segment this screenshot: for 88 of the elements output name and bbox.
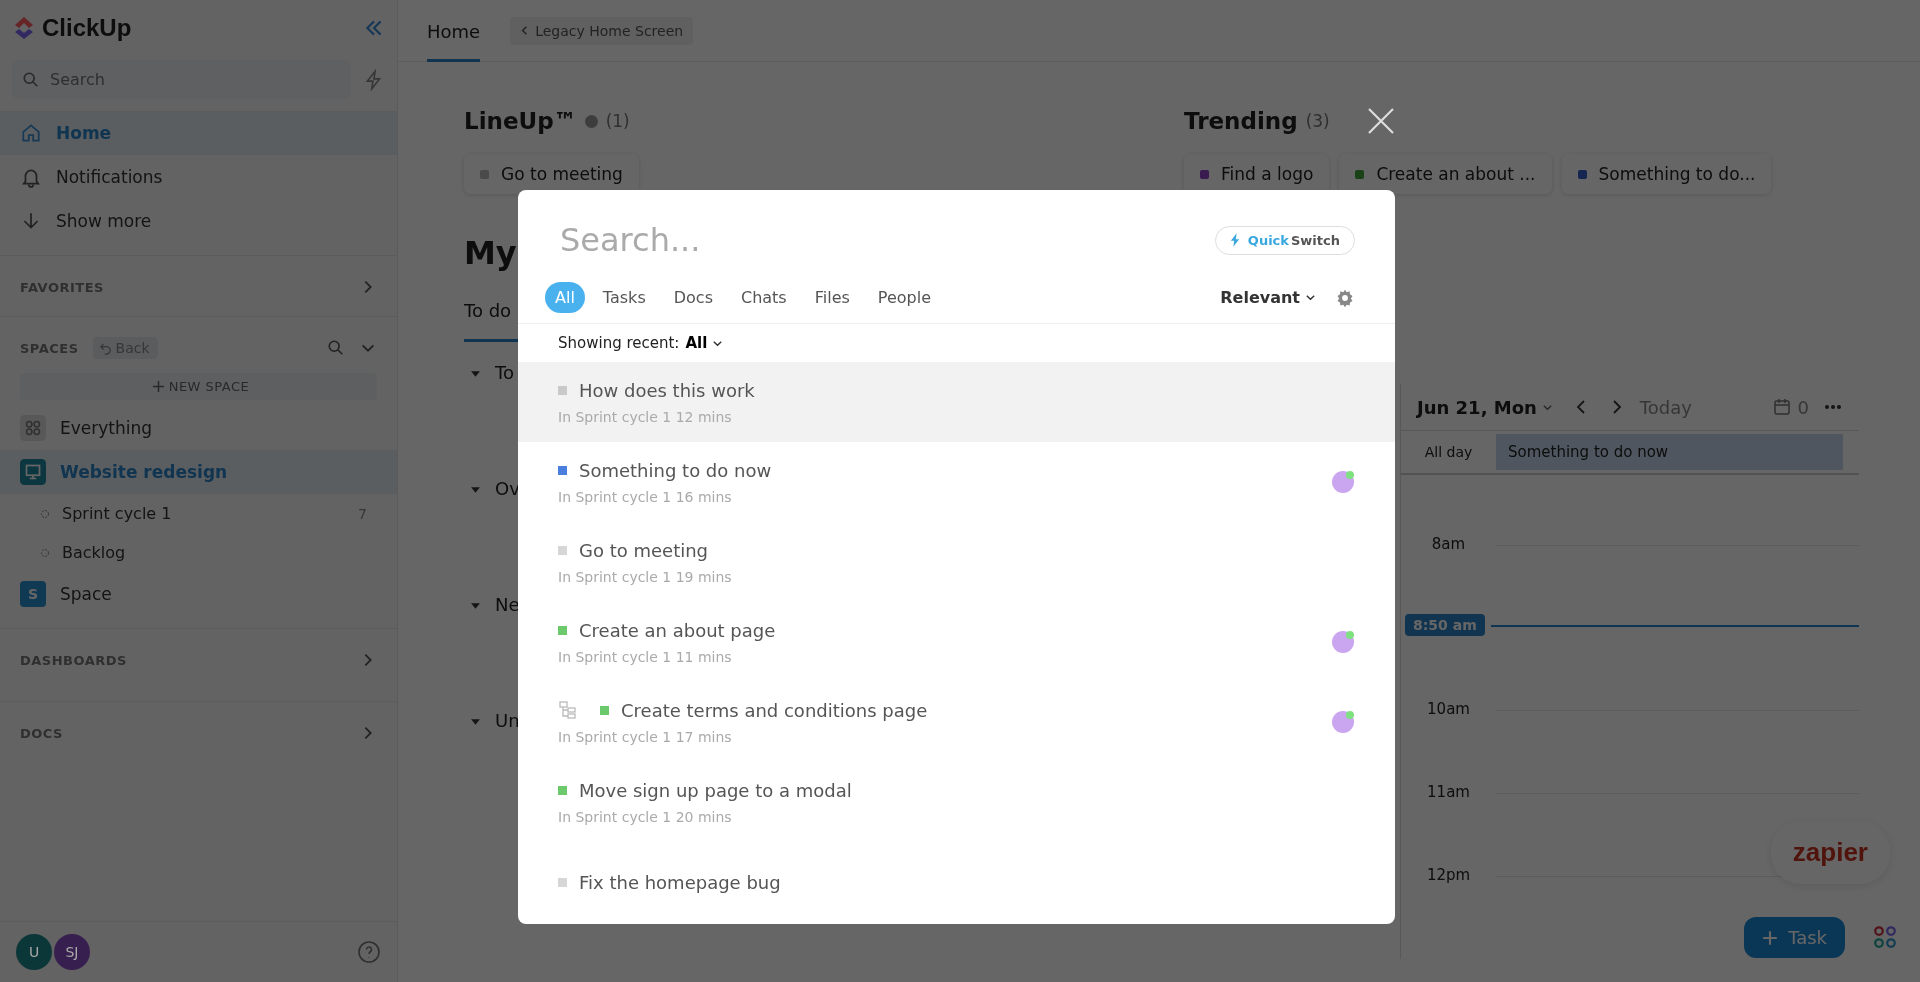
all-day-label: All day — [1423, 444, 1474, 460]
nav-item[interactable]: Home — [0, 111, 397, 155]
result-row[interactable]: Create an about page In Sprint cycle 1 11 mins — [518, 602, 1395, 682]
section-toggle[interactable]: Ne — [464, 594, 520, 690]
task-meta: In Sprint cycle 1 11 mins — [558, 648, 733, 665]
filter-tab[interactable]: All — [545, 282, 585, 313]
task-title: Fix the homepage bug — [579, 871, 781, 893]
filter-tab[interactable]: People — [867, 282, 941, 313]
recent-label: Showing recent: — [558, 334, 680, 352]
section-toggle[interactable]: To — [464, 362, 514, 458]
section-title: LineUp™ — [464, 108, 577, 134]
quickswitch-button[interactable]: Quick Switch — [1214, 225, 1355, 255]
plus-icon — [151, 380, 165, 393]
section-title: My — [464, 234, 517, 272]
grid-icon — [20, 415, 46, 441]
nav-item[interactable]: Notifications — [0, 155, 397, 199]
lightning-icon — [1229, 233, 1240, 247]
search-icon — [22, 71, 40, 89]
help-icon[interactable] — [357, 940, 381, 964]
section-toggle[interactable]: Un — [464, 710, 520, 806]
monitor-icon — [20, 459, 46, 485]
nav-item[interactable]: Show more — [0, 199, 397, 243]
hour-label: 11am — [1426, 783, 1471, 801]
caret-icon — [470, 368, 481, 379]
task-meta: In Sprint cycle 1 20 mins — [558, 808, 733, 825]
new-task-button[interactable]: Task — [1744, 917, 1845, 958]
space-name: Space — [60, 584, 112, 604]
status-circle-icon — [40, 508, 50, 519]
result-row[interactable]: Fix the homepage bug — [518, 842, 1395, 922]
result-row[interactable]: Something to do now In Sprint cycle 1 16 mins — [518, 442, 1395, 522]
home-icon — [20, 122, 42, 144]
list-name: Sprint cycle 1 — [62, 504, 173, 523]
space-name: Website redesign — [60, 462, 228, 482]
task-card[interactable]: Go to meeting — [464, 154, 639, 194]
filter-tab[interactable]: Chats — [730, 282, 797, 313]
space-badge: S — [20, 581, 46, 607]
space-item[interactable]: Everything — [0, 406, 397, 450]
result-row[interactable]: Go to meeting In Sprint cycle 1 19 mins — [518, 522, 1395, 602]
current-time-badge: 8:50 am — [1405, 614, 1485, 636]
result-row[interactable]: Create terms and conditions page In Sprint cycle 1 17 mins — [518, 682, 1395, 762]
caret-icon — [470, 484, 481, 495]
legacy-link[interactable]: Legacy Home Screen — [510, 16, 694, 45]
task-card[interactable]: Create an about ... — [1339, 154, 1552, 194]
task-title: Go to meeting — [579, 539, 709, 561]
section-toggle[interactable]: Ov — [464, 478, 520, 574]
hour-label: 8am — [1430, 535, 1467, 553]
caret-icon — [470, 716, 481, 727]
space-item[interactable]: S Space — [0, 572, 397, 616]
app-name: ClickUp — [42, 14, 133, 42]
plus-icon — [1762, 929, 1779, 946]
close-icon[interactable] — [1366, 106, 1396, 136]
date-picker[interactable]: Jun 21, Mon — [1417, 396, 1558, 418]
avatar[interactable]: U — [16, 934, 52, 970]
task-title: Create an about page — [579, 619, 776, 641]
calendar-icon — [1771, 397, 1792, 417]
task-meta: In Sprint cycle 1 19 mins — [558, 568, 733, 585]
result-row[interactable]: Move sign up page to a modal In Sprint cycle 1 20 mins — [518, 762, 1395, 842]
task-title: How does this work — [579, 379, 755, 401]
hour-label: 10am — [1426, 700, 1471, 718]
avatar[interactable]: SJ — [54, 934, 90, 970]
task-title: Move sign up page to a modal — [579, 779, 852, 801]
calendar-event[interactable]: Something to do now — [1496, 434, 1843, 470]
task-title: Something to do now — [579, 459, 772, 481]
zapier-button[interactable]: zapier — [1770, 821, 1890, 884]
space-item[interactable]: Website redesign — [0, 450, 397, 494]
hour-label: 12pm — [1425, 866, 1472, 884]
home-tab[interactable]: Home — [427, 0, 481, 62]
undo-arrow-icon — [98, 341, 112, 355]
result-row[interactable]: How does this work In Sprint cycle 1 12 mins — [518, 362, 1395, 442]
task-meta: In Sprint cycle 1 17 mins — [558, 728, 733, 745]
task-card[interactable]: Something to do... — [1561, 154, 1772, 194]
filter-tab[interactable]: Docs — [663, 282, 723, 313]
task-meta: In Sprint cycle 1 16 mins — [558, 488, 733, 505]
task-title: Create terms and conditions page — [621, 699, 928, 721]
info-icon — [584, 114, 598, 128]
sort-dropdown[interactable]: Relevant — [1214, 287, 1327, 308]
recent-dropdown[interactable]: All — [685, 334, 729, 352]
list-item[interactable]: Backlog — [0, 533, 397, 572]
list-name: Backlog — [62, 543, 127, 562]
search-icon[interactable] — [327, 339, 345, 357]
settings-icon[interactable] — [1335, 287, 1355, 308]
space-name: Everything — [60, 418, 153, 438]
section-title: Trending — [1184, 108, 1298, 134]
task-meta: In Sprint cycle 1 12 mins — [558, 408, 733, 425]
filter-tab[interactable]: Tasks — [592, 282, 656, 313]
filter-tab[interactable]: Files — [804, 282, 860, 313]
status-circle-icon — [40, 547, 50, 558]
caret-icon — [470, 600, 481, 611]
